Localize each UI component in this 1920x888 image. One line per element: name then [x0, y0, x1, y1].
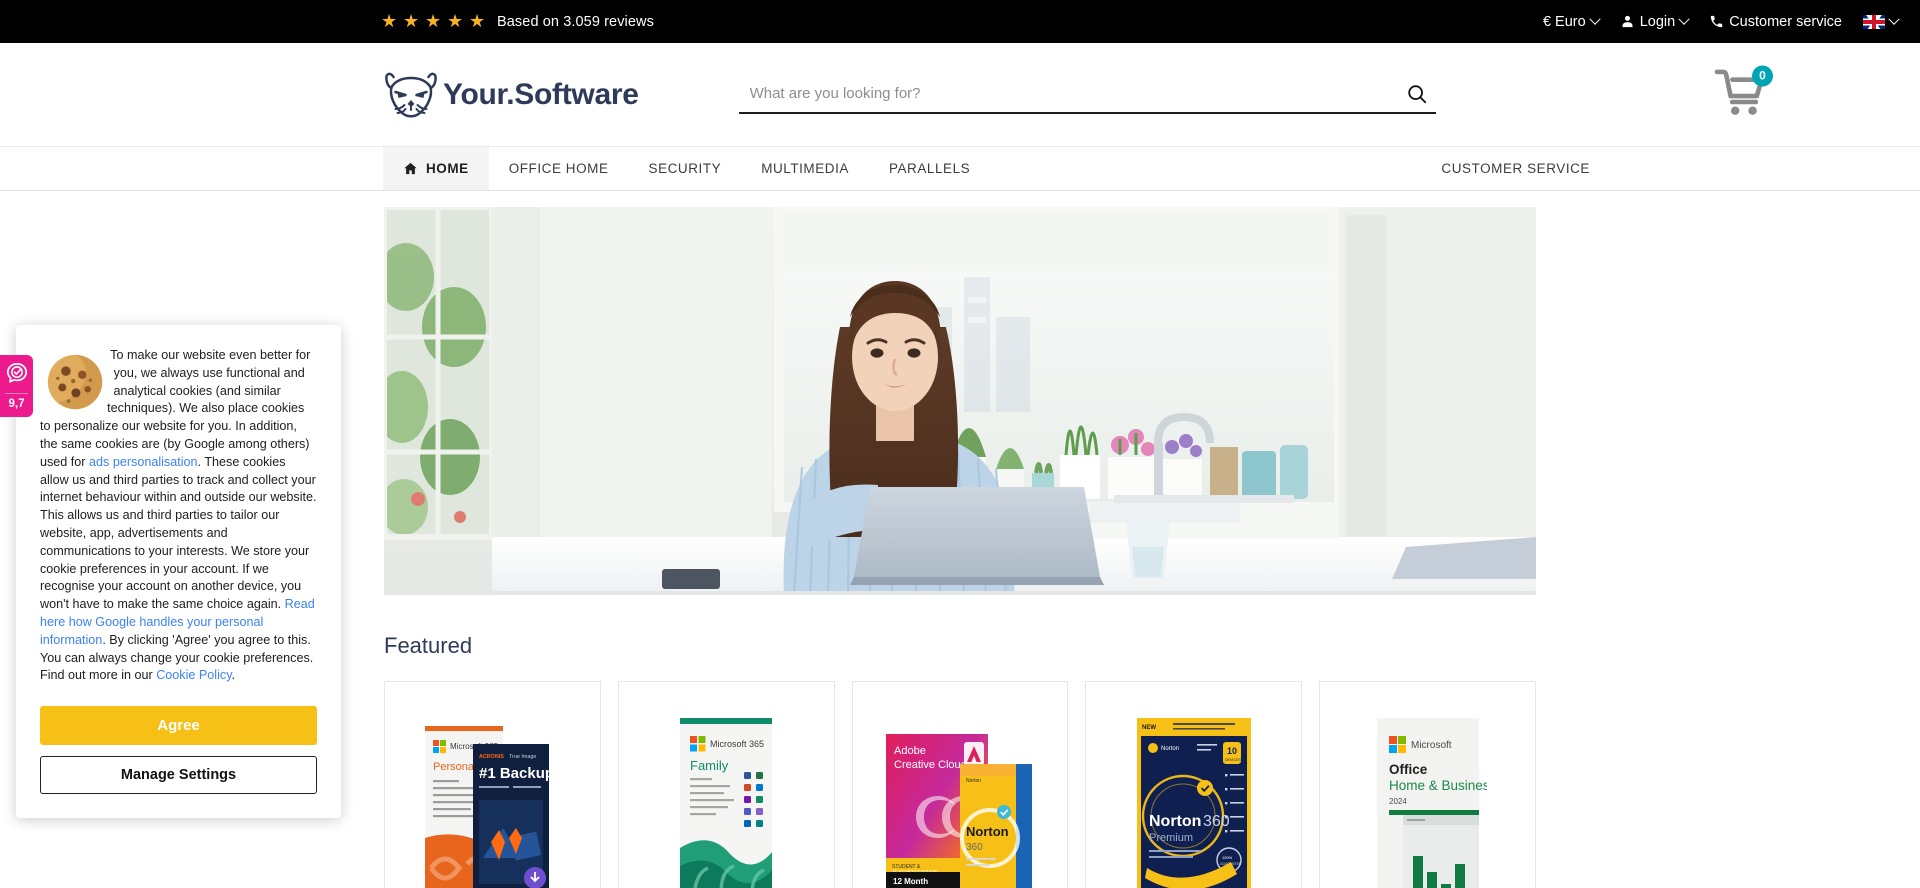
customer-service-link[interactable]: Customer service — [1709, 14, 1842, 30]
svg-text:360: 360 — [966, 842, 983, 853]
nav-item-security[interactable]: Security — [629, 147, 742, 190]
star-icon: ★ — [469, 11, 486, 31]
featured-section-title: Featured — [384, 633, 473, 658]
top-bar-utilities: € Euro Login Customer service — [1542, 13, 1900, 30]
svg-text:Norton: Norton — [966, 824, 1009, 839]
product-image-norton-360-premium: NEW Norton 10 DEVICES Norton 360 Premium… — [1136, 718, 1251, 888]
logo-wordmark: Your.Software — [443, 77, 639, 111]
product-image-adobe-cc-norton: Adobe Creative Cloud STUDENT & TEACHER E… — [885, 734, 1032, 888]
svg-text:ACRONIS: ACRONIS — [479, 754, 504, 760]
nav-label: Home — [426, 161, 469, 176]
cookie-policy-link[interactable]: Cookie Policy — [156, 668, 231, 682]
language-selector[interactable] — [1863, 13, 1900, 29]
nav-item-home[interactable]: Home — [383, 147, 489, 190]
cookie-icon — [47, 354, 103, 410]
svg-text:Personal: Personal — [433, 761, 476, 773]
user-icon — [1622, 15, 1633, 28]
nav-item-office-home[interactable]: Office Home — [489, 147, 629, 190]
login-label: Login — [1639, 13, 1676, 30]
product-card[interactable]: Microsoft 365 Personal ACRONIS True Imag… — [384, 681, 601, 888]
hero-banner[interactable] — [384, 207, 1536, 595]
svg-text:Microsoft 365: Microsoft 365 — [710, 739, 764, 749]
search-input[interactable] — [738, 85, 1398, 102]
agree-button[interactable]: Agree — [40, 706, 317, 746]
svg-text:Home & Business: Home & Business — [1389, 778, 1487, 793]
check-bubble-icon — [6, 362, 27, 383]
svg-text:Microsoft: Microsoft — [1411, 740, 1452, 751]
svg-text:12 Month: 12 Month — [893, 877, 928, 886]
svg-text:Family: Family — [690, 758, 729, 773]
product-card[interactable]: Adobe Creative Cloud STUDENT & TEACHER E… — [851, 681, 1069, 888]
nav-label: Security — [648, 161, 722, 176]
featured-products-grid: Microsoft 365 Personal ACRONIS True Imag… — [384, 681, 1536, 888]
cart-button[interactable]: 0 — [1714, 65, 1773, 122]
search-icon — [1407, 84, 1426, 103]
phone-icon — [1711, 15, 1723, 28]
product-card[interactable]: NEW Norton 10 DEVICES Norton 360 Premium… — [1085, 681, 1303, 888]
panther-head-icon — [385, 72, 437, 117]
nav-label: Multimedia — [761, 161, 849, 176]
reviews-count-label: Based on 3.059 reviews — [497, 13, 654, 30]
cookie-consent-banner: To make our website even better for you,… — [16, 325, 341, 819]
product-card[interactable]: Microsoft Office Home & Business 2024 — [1319, 681, 1536, 888]
nav-item-multimedia[interactable]: Multimedia — [741, 147, 869, 190]
cookie-paragraph-2: . These cookies allow us and third parti… — [40, 454, 317, 612]
ads-personalisation-link[interactable]: ads personalisation — [89, 455, 198, 469]
reviews-summary: ★ ★ ★ ★ ★ Based on 3.059 reviews — [381, 11, 654, 31]
login-menu[interactable]: Login — [1620, 13, 1690, 30]
currency-selector[interactable]: € Euro — [1542, 13, 1601, 30]
star-icon: ★ — [381, 11, 398, 31]
site-header: Your.Software 0 — [0, 43, 1920, 146]
chevron-down-icon — [1678, 13, 1690, 25]
star-icon: ★ — [447, 11, 464, 31]
main-navigation: Home Office Home Security Multimedia Par… — [0, 146, 1920, 191]
svg-text:Norton: Norton — [1149, 813, 1201, 830]
svg-text:NEW: NEW — [1142, 725, 1156, 731]
cart-count-badge: 0 — [1752, 65, 1773, 86]
svg-text:10: 10 — [1227, 746, 1237, 756]
product-image-ms365-family: Microsoft 365 Family — [680, 718, 773, 888]
product-image-office-home-business-2024: Microsoft Office Home & Business 2024 — [1376, 718, 1487, 888]
svg-text:360: 360 — [1203, 813, 1230, 830]
chevron-down-icon — [1589, 13, 1601, 25]
nav-item-parallels[interactable]: Parallels — [869, 147, 990, 190]
svg-text:Adobe: Adobe — [894, 745, 926, 757]
uk-flag-icon — [1863, 14, 1885, 29]
currency-label: € Euro — [1542, 13, 1586, 30]
search-submit-button[interactable] — [1398, 83, 1436, 105]
nav-label: Customer service — [1441, 161, 1590, 176]
svg-text:DEVICES: DEVICES — [1225, 758, 1241, 762]
svg-text:True Image: True Image — [509, 754, 536, 760]
chevron-down-icon — [1888, 13, 1900, 25]
site-logo[interactable]: Your.Software — [383, 70, 639, 120]
svg-text:100%: 100% — [1222, 855, 1233, 860]
search-bar — [738, 76, 1436, 114]
svg-text:Norton: Norton — [966, 778, 981, 784]
top-bar: ★ ★ ★ ★ ★ Based on 3.059 reviews € Euro … — [0, 0, 1920, 43]
manage-settings-button[interactable]: Manage Settings — [40, 756, 317, 795]
hero-image — [384, 207, 1536, 595]
svg-text:Norton: Norton — [1161, 746, 1179, 752]
nav-label: Office Home — [508, 161, 609, 176]
star-rating: ★ ★ ★ ★ ★ — [381, 11, 486, 31]
nav-item-customer-service[interactable]: Customer service — [1441, 161, 1590, 176]
cookie-paragraph-4: . — [231, 668, 236, 683]
svg-text:Premium: Premium — [1149, 832, 1193, 844]
nav-label: Parallels — [888, 161, 971, 176]
product-card[interactable]: Microsoft 365 Family — [617, 681, 835, 888]
rating-widget[interactable]: 9,7 — [0, 355, 33, 417]
svg-text:#1 Backup: #1 Backup — [479, 765, 554, 782]
svg-text:2024: 2024 — [1389, 797, 1407, 806]
star-icon: ★ — [425, 11, 442, 31]
customer-service-label: Customer service — [1729, 13, 1842, 30]
svg-text:Creative Cloud: Creative Cloud — [894, 759, 967, 771]
rating-score-label: 9,7 — [8, 398, 25, 410]
star-icon: ★ — [403, 11, 420, 31]
home-icon — [404, 162, 417, 175]
product-image-ms365-personal-acronis: Microsoft 365 Personal ACRONIS True Imag… — [425, 726, 554, 888]
svg-text:Office: Office — [1389, 762, 1428, 777]
